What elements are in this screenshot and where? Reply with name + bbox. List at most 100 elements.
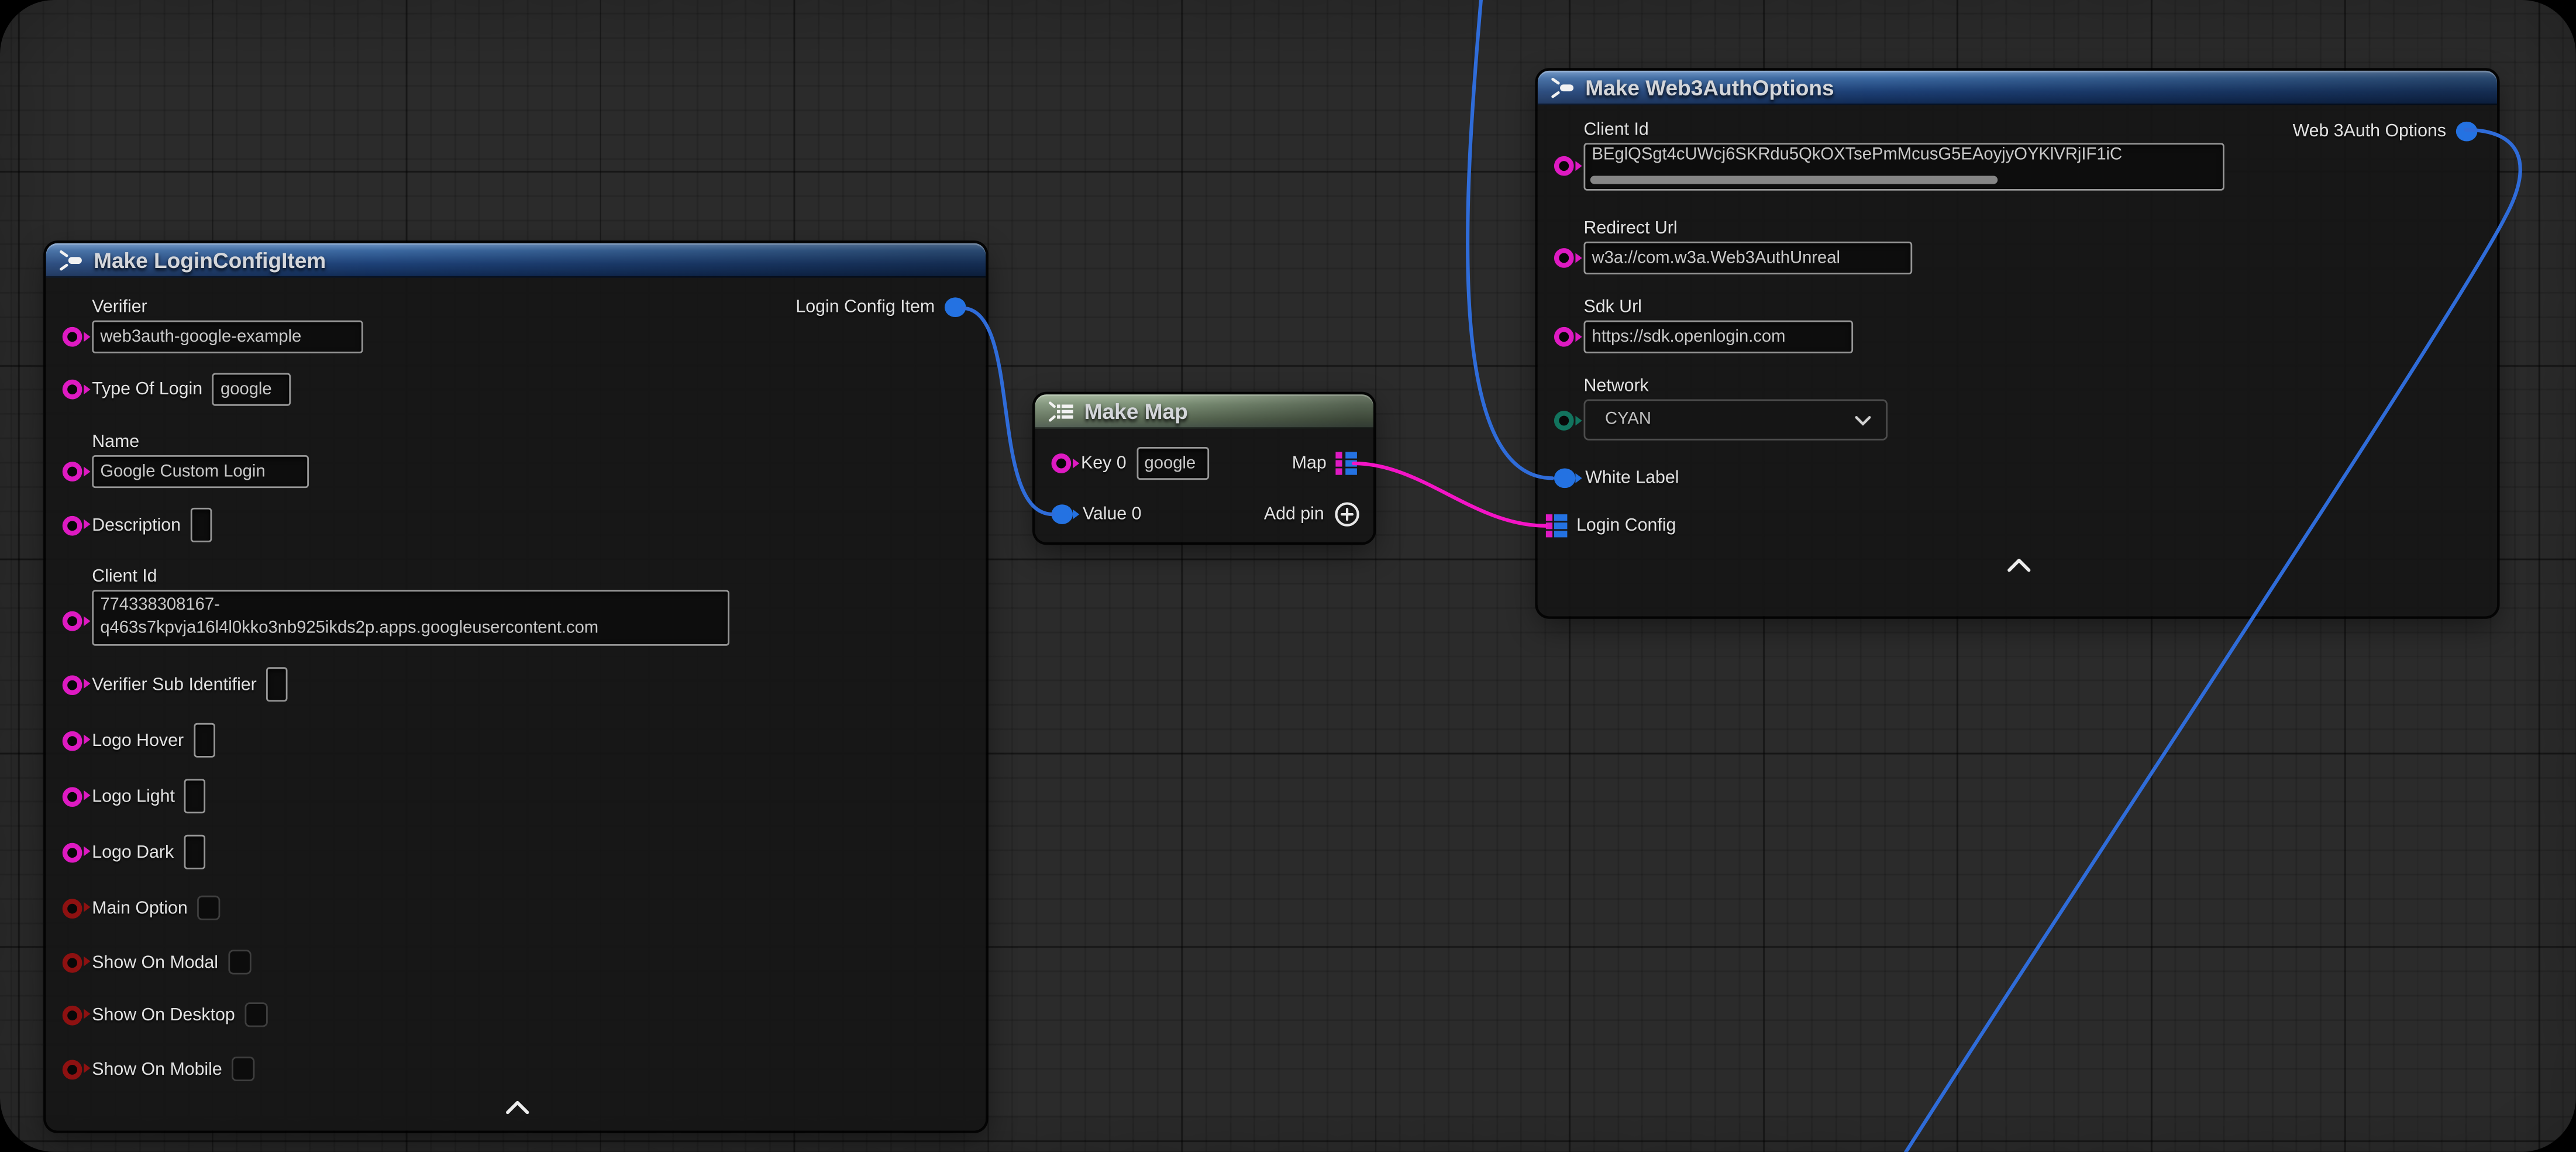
add-pin-label: Add pin <box>1264 504 1324 524</box>
main-option-checkbox[interactable] <box>198 896 221 920</box>
node-header-make-map[interactable]: Make Map <box>1035 394 1373 429</box>
pin-row-show-on-mobile: Show On Mobile <box>63 1055 255 1083</box>
logo-hover-input[interactable] <box>194 723 215 758</box>
pin-logo-light[interactable] <box>63 786 82 806</box>
network-selected-value: CYAN <box>1605 411 1651 429</box>
pin-label-white-label: White Label <box>1585 468 1679 488</box>
pin-label-logo-light: Logo Light <box>92 786 175 806</box>
verifier-sub-identifier-input[interactable] <box>267 667 288 701</box>
pin-row-value0: Value 0 <box>1052 496 1142 532</box>
node-make-loginconfigitem[interactable]: Make LoginConfigItem Verifier web3auth-g… <box>46 243 986 1131</box>
pin-type-of-login[interactable] <box>63 380 82 400</box>
pin-name[interactable] <box>63 462 82 482</box>
network-dropdown[interactable]: CYAN <box>1583 399 1888 440</box>
pin-label-client-id: Client Id <box>1583 120 1648 140</box>
pin-verifier[interactable] <box>63 327 82 347</box>
pin-login-config-item-output[interactable] <box>945 297 966 317</box>
verifier-input[interactable]: web3auth-google-example <box>92 321 363 353</box>
client-id-scrollbar[interactable] <box>1590 175 1998 184</box>
pin-label-login-config-item: Login Config Item <box>795 297 935 317</box>
pin-label-value0: Value 0 <box>1083 504 1142 524</box>
wire-map-to-login-config[interactable] <box>1354 463 1546 526</box>
key0-input[interactable]: google <box>1136 447 1208 480</box>
client-id-line1: 774338308167- <box>100 595 220 618</box>
add-pin-button[interactable]: Add pin <box>1264 500 1361 529</box>
pin-row-main-option: Main Option <box>63 894 221 922</box>
pin-label-show-on-modal: Show On Modal <box>92 952 218 972</box>
pin-row-verifier-sub-identifier: Verifier Sub Identifier <box>63 665 288 703</box>
pin-verifier-sub-identifier[interactable] <box>63 675 82 694</box>
pin-sdk-url[interactable] <box>1554 327 1574 347</box>
pin-login-config[interactable] <box>1546 515 1566 537</box>
show-on-desktop-checkbox[interactable] <box>245 1002 268 1027</box>
pin-white-label[interactable] <box>1554 468 1576 488</box>
pin-label-type-of-login: Type Of Login <box>92 380 202 400</box>
pin-row-show-on-modal: Show On Modal <box>63 948 252 976</box>
make-struct-icon <box>1551 77 1575 99</box>
pin-client-id[interactable] <box>63 611 82 631</box>
description-input[interactable] <box>191 508 212 542</box>
collapse-chevron-icon[interactable] <box>506 1101 529 1114</box>
pin-label-redirect-url: Redirect Url <box>1583 219 1677 239</box>
pin-row-client-id: Client Id BEglQSgt4cUWcj6SKRdu5QkOXTsePm… <box>1554 120 2224 191</box>
pin-show-on-mobile[interactable] <box>63 1059 82 1079</box>
pin-show-on-desktop[interactable] <box>63 1005 82 1024</box>
redirect-url-input[interactable]: w3a://com.w3a.Web3AuthUnreal <box>1583 242 1912 274</box>
pin-row-redirect-url: Redirect Url w3a://com.w3a.Web3AuthUnrea… <box>1554 219 1912 274</box>
pin-main-option[interactable] <box>63 898 82 918</box>
pin-label-sdk-url: Sdk Url <box>1583 297 1641 317</box>
pin-row-logo-hover: Logo Hover <box>63 721 215 759</box>
pin-row-logo-light: Logo Light <box>63 777 206 815</box>
pin-row-type-of-login: Type Of Login google <box>63 372 291 408</box>
collapse-chevron-icon[interactable] <box>2007 559 2030 572</box>
pin-label-show-on-desktop: Show On Desktop <box>92 1005 235 1024</box>
pin-logo-dark[interactable] <box>63 842 82 862</box>
pin-value0[interactable] <box>1052 504 1073 524</box>
client-id-input[interactable]: 774338308167- q463s7kpvja16l4l0kko3nb925… <box>92 590 729 645</box>
node-header-make-loginconfigitem[interactable]: Make LoginConfigItem <box>46 243 986 278</box>
pin-map-output[interactable] <box>1337 452 1357 474</box>
pin-key0[interactable] <box>1052 453 1072 473</box>
chevron-down-icon <box>1855 415 1871 425</box>
node-header-make-web3authoptions[interactable]: Make Web3AuthOptions <box>1538 71 2497 105</box>
pin-label-web3auth-options: Web 3Auth Options <box>2293 122 2446 142</box>
pin-client-id[interactable] <box>1554 156 1574 176</box>
add-pin-icon <box>1334 501 1361 528</box>
blueprint-editor: Make LoginConfigItem Verifier web3auth-g… <box>0 0 2576 1152</box>
pin-network[interactable] <box>1554 411 1574 431</box>
pin-row-login-config-item-output: Login Config Item <box>795 293 966 322</box>
logo-light-input[interactable] <box>185 779 206 813</box>
pin-logo-hover[interactable] <box>63 730 82 750</box>
pin-row-verifier: Verifier web3auth-google-example <box>63 297 363 353</box>
client-id-line2: q463s7kpvja16l4l0kko3nb925ikds2p.apps.go… <box>100 618 598 641</box>
pin-description[interactable] <box>63 515 82 535</box>
pin-row-description: Description <box>63 506 212 544</box>
client-id-value: BEglQSgt4cUWcj6SKRdu5QkOXTsePmMcusG5EAoy… <box>1592 146 2123 164</box>
show-on-modal-checkbox[interactable] <box>228 950 251 974</box>
node-make-map[interactable]: Make Map Key 0 google Map Value 0 Add pi… <box>1035 394 1373 542</box>
type-of-login-input[interactable]: google <box>212 373 291 406</box>
pin-label-main-option: Main Option <box>92 898 188 918</box>
node-title: Make Web3AuthOptions <box>1585 75 1834 100</box>
pin-row-white-label: White Label <box>1554 460 1679 496</box>
logo-dark-input[interactable] <box>184 835 205 869</box>
pin-row-key0: Key 0 google <box>1052 445 1209 482</box>
pin-redirect-url[interactable] <box>1554 248 1574 268</box>
blueprint-graph-canvas[interactable]: Make LoginConfigItem Verifier web3auth-g… <box>0 0 2576 1152</box>
sdk-url-input[interactable]: https://sdk.openlogin.com <box>1583 321 1853 353</box>
name-input[interactable]: Google Custom Login <box>92 455 309 488</box>
pin-show-on-modal[interactable] <box>63 952 82 972</box>
pin-label-map: Map <box>1292 453 1327 473</box>
pin-label-verifier-sub-identifier: Verifier Sub Identifier <box>92 675 257 694</box>
node-make-web3authoptions[interactable]: Make Web3AuthOptions Web 3Auth Options C… <box>1538 71 2497 616</box>
show-on-mobile-checkbox[interactable] <box>232 1057 255 1081</box>
pin-row-sdk-url: Sdk Url https://sdk.openlogin.com <box>1554 297 1853 353</box>
node-title: Make LoginConfigItem <box>94 248 326 273</box>
pin-label-name: Name <box>92 432 139 452</box>
pin-label-verifier: Verifier <box>92 297 147 317</box>
pin-label-key0: Key 0 <box>1081 453 1127 473</box>
client-id-input[interactable]: BEglQSgt4cUWcj6SKRdu5QkOXTsePmMcusG5EAoy… <box>1583 143 2224 190</box>
pin-label-client-id: Client Id <box>92 567 157 587</box>
pin-label-description: Description <box>92 515 181 535</box>
pin-web3auth-options-output[interactable] <box>2456 122 2478 142</box>
